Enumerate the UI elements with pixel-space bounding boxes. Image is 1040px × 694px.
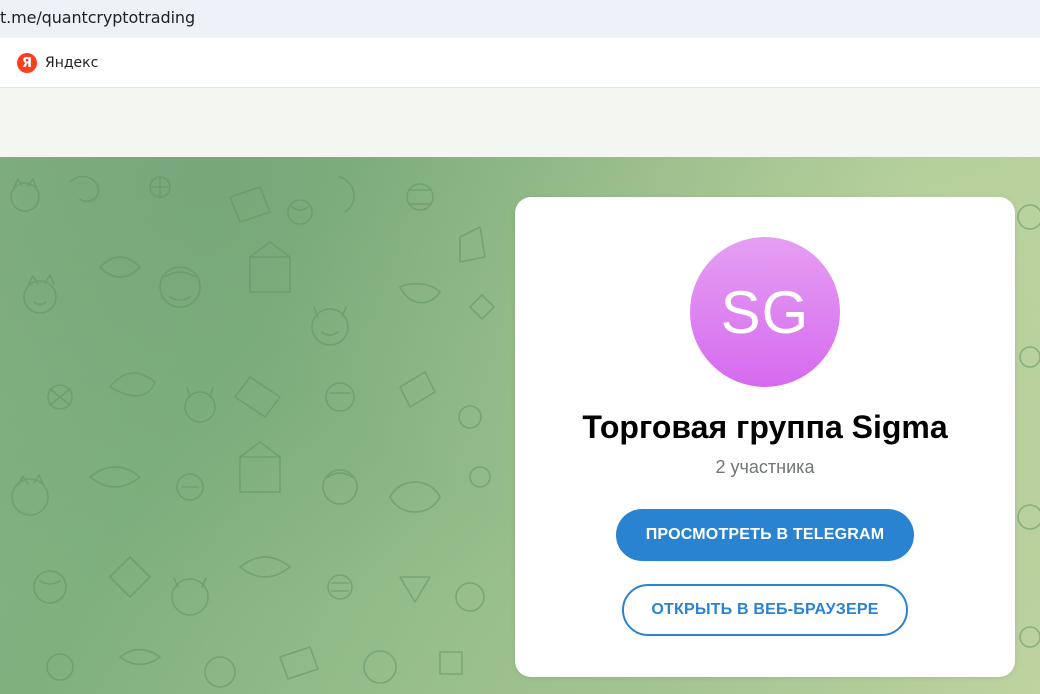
address-bar[interactable]: t.me/quantcryptotrading: [0, 0, 1040, 38]
member-count: 2 участника: [715, 457, 815, 477]
yandex-icon: Я: [17, 53, 37, 73]
page-header: [0, 89, 1040, 157]
bookmark-yandex[interactable]: Я Яндекс: [17, 52, 98, 74]
open-in-web-button[interactable]: ОТКРЫТЬ В ВЕБ-БРАУЗЕРЕ: [622, 584, 908, 636]
group-title: Торговая группа Sigma: [582, 409, 948, 445]
view-in-telegram-button[interactable]: ПРОСМОТРЕТЬ В TELEGRAM: [616, 509, 914, 561]
group-avatar: SG: [690, 237, 840, 387]
bookmarks-bar: Я Яндекс: [0, 38, 1040, 88]
group-preview-card: SG Торговая группа Sigma 2 участника ПРО…: [515, 197, 1015, 677]
bookmark-label: Яндекс: [45, 55, 99, 71]
url-text[interactable]: t.me/quantcryptotrading: [0, 8, 195, 27]
